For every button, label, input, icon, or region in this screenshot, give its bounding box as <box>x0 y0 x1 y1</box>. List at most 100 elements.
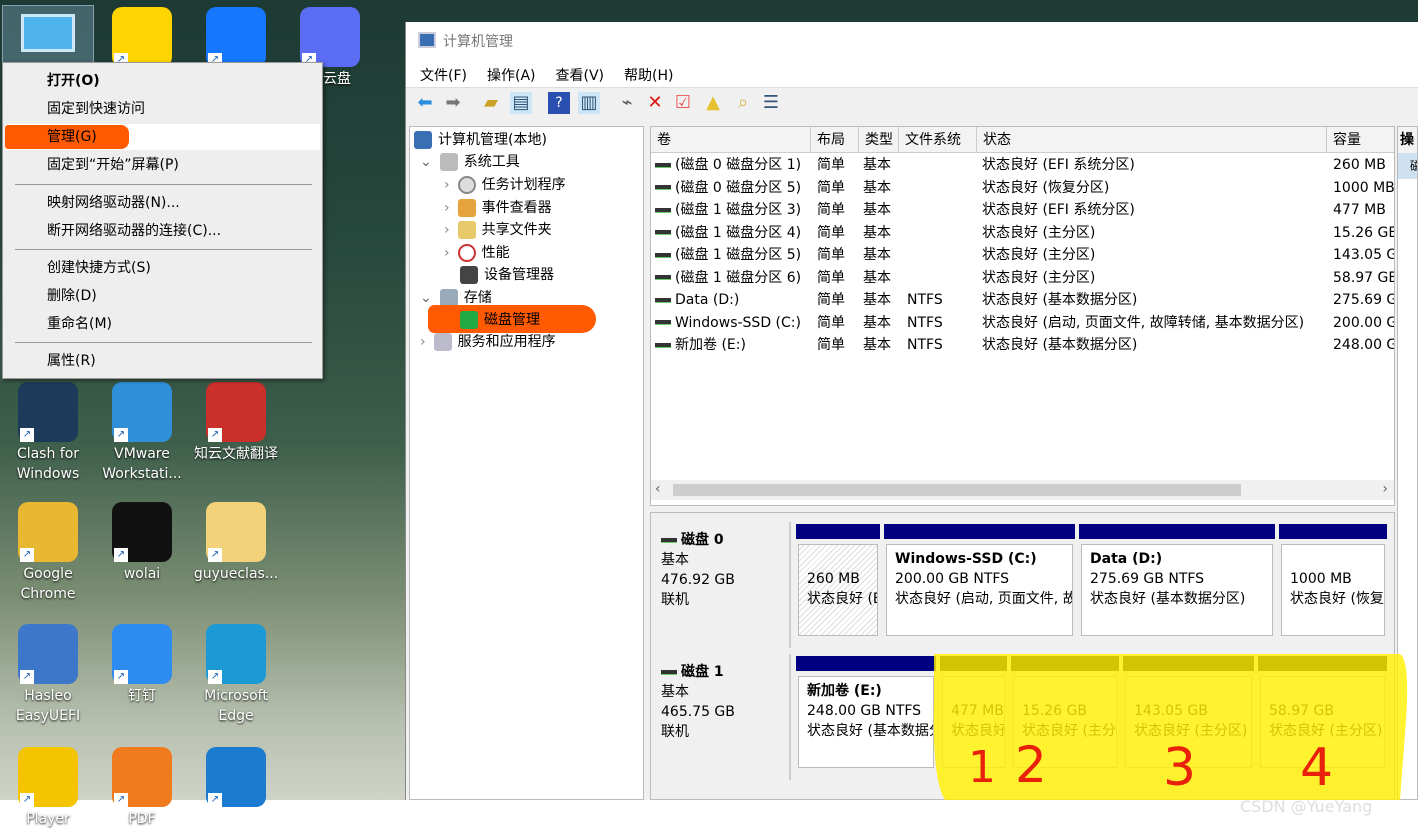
table-cell: NTFS <box>907 314 943 331</box>
disk-label[interactable]: 磁盘 1 基本 465.75 GB 联机 <box>651 654 791 780</box>
partition-status: 状态良好 (主分区) <box>1134 723 1248 739</box>
delete-icon[interactable]: ✕ <box>644 92 666 114</box>
desktop-icon[interactable]: ↗ guyueclas... <box>190 502 282 584</box>
menu-action[interactable]: 操作(A) <box>487 68 536 84</box>
table-cell: 简单 <box>817 224 845 241</box>
desktop-icon[interactable]: ↗ PDF <box>96 747 188 829</box>
table-row[interactable]: (磁盘 1 磁盘分区 3) 简单 基本 状态良好 (EFI 系统分区) 477 MB <box>651 199 1394 221</box>
search-icon[interactable]: ⌕ <box>732 92 754 114</box>
drive-icon <box>655 207 671 213</box>
tree-shared-folders[interactable]: › 共享文件夹 <box>444 219 552 241</box>
table-row[interactable]: 新加卷 (E:)简单 基本 NTFS 状态良好 (基本数据分区) 248.00 GB <box>651 334 1394 356</box>
menu-item-properties[interactable]: 属性(R) <box>5 348 320 374</box>
menu-view[interactable]: 查看(V) <box>556 68 605 84</box>
column-volume[interactable]: 卷 <box>651 127 811 153</box>
desktop-icon[interactable]: ↗ <box>190 7 282 69</box>
action-pane-item[interactable]: 磁 <box>1398 153 1417 179</box>
column-status[interactable]: 状态 <box>977 127 1327 153</box>
partition-status: 状态良好 (主分区) <box>1022 723 1116 739</box>
partition-block[interactable]: 58.97 GB 状态良好 (主分区) <box>1260 676 1385 768</box>
desktop-icon[interactable]: ↗ 钉钉 <box>96 624 188 706</box>
scrollbar-thumb[interactable] <box>673 484 1241 496</box>
tree-device-manager[interactable]: 设备管理器 <box>460 264 554 286</box>
desktop-icon[interactable]: ↗ <box>96 7 188 69</box>
tree-services[interactable]: › 服务和应用程序 <box>420 331 556 353</box>
export-icon[interactable]: ▲ <box>702 92 724 114</box>
tree-root[interactable]: 计算机管理(本地) <box>414 129 547 151</box>
tree-event-viewer[interactable]: › 事件查看器 <box>444 197 552 219</box>
help-icon[interactable]: ? <box>548 92 570 114</box>
menu-item-delete[interactable]: 删除(D) <box>5 283 320 309</box>
tree-system-tools[interactable]: ⌄ 系统工具 <box>420 151 520 173</box>
menu-item-pin-quick-access[interactable]: 固定到快速访问 <box>5 96 320 122</box>
desktop-icon[interactable]: ↗ Google Chrome <box>2 502 94 604</box>
scroll-right-icon[interactable]: › <box>1382 481 1388 497</box>
table-row[interactable]: Windows-SSD (C:) 简单 基本 NTFS 状态良好 (启动, 页面文件, … <box>651 312 1394 334</box>
list-icon[interactable]: ☰ <box>760 92 782 114</box>
up-folder-icon[interactable]: ▰ <box>480 92 502 114</box>
table-cell: 状态良好 (启动, 页面文件, 故障转储, 基本数据分区) <box>982 314 1305 331</box>
computer-icon <box>414 131 432 149</box>
label: 设备管理器 <box>484 267 554 283</box>
menu-item-open[interactable]: 打开(O) <box>5 68 320 94</box>
label: 服务和应用程序 <box>457 334 556 350</box>
partition-block[interactable]: Data (D:) 275.69 GB NTFS 状态良好 (基本数据分区) <box>1081 544 1273 636</box>
table-cell: 基本 <box>863 179 891 196</box>
partition-block[interactable]: 新加卷 (E:) 248.00 GB NTFS 状态良好 (基本数据分区) <box>798 676 934 768</box>
tree-disk-management[interactable]: 磁盘管理 <box>460 309 540 331</box>
menu-item-disconnect-drive[interactable]: 断开网络驱动器的连接(C)... <box>5 218 320 244</box>
shortcut-arrow-icon: ↗ <box>20 428 34 442</box>
tree-performance[interactable]: › 性能 <box>444 242 510 264</box>
show-action-pane-icon[interactable]: ▥ <box>578 92 600 114</box>
desktop-icon[interactable]: ↗ VMware Workstati... <box>96 382 188 484</box>
show-hide-tree-icon[interactable]: ▤ <box>510 92 532 114</box>
menu-file[interactable]: 文件(F) <box>420 68 467 84</box>
back-icon[interactable]: ⬅ <box>414 92 436 114</box>
desktop-icon[interactable]: ↗ Hasleo EasyUEFI <box>2 624 94 726</box>
menu-help[interactable]: 帮助(H) <box>624 68 673 84</box>
partition-block[interactable]: 15.26 GB 状态良好 (主分区) <box>1013 676 1117 768</box>
chevron-right-icon: › <box>444 177 450 193</box>
desktop-icon[interactable]: ↗ Microsoft Edge <box>190 624 282 726</box>
table-cell: 新加卷 (E:) <box>655 334 815 356</box>
partition-block[interactable]: 477 MB 状态良好 (EFI 系统分区) <box>942 676 1005 768</box>
tree-task-scheduler[interactable]: › 任务计划程序 <box>444 174 566 196</box>
desktop-icon[interactable]: ↗ Player <box>2 747 94 829</box>
menu-item-map-drive[interactable]: 映射网络驱动器(N)... <box>5 190 320 216</box>
drive-icon <box>655 185 671 190</box>
table-row[interactable]: (磁盘 0 磁盘分区 1) 简单 基本 状态良好 (EFI 系统分区) 260 MB <box>651 154 1394 176</box>
table-row[interactable]: Data (D:)简单 基本 NTFS 状态良好 (基本数据分区) 275.69 GB <box>651 289 1394 311</box>
column-layout[interactable]: 布局 <box>811 127 859 153</box>
column-filesystem[interactable]: 文件系统 <box>899 127 977 153</box>
column-capacity[interactable]: 容量 <box>1327 127 1394 153</box>
table-cell: NTFS <box>907 337 943 353</box>
menu-item-pin-start[interactable]: 固定到“开始”屏幕(P) <box>5 152 320 178</box>
partition-status: 状态良好 (启动, 页面文件, 故障转储, 基本数据分区) <box>895 591 1072 607</box>
partition-block[interactable]: 1000 MB 状态良好 (恢复分区) <box>1281 544 1385 636</box>
table-row[interactable]: (磁盘 1 磁盘分区 4) 简单 基本 状态良好 (主分区) 15.26 GB <box>651 222 1394 244</box>
forward-icon[interactable]: ➡ <box>442 92 464 114</box>
desktop-icon[interactable]: ↗ 知云文献翻译 <box>190 382 282 464</box>
table-row[interactable]: (磁盘 0 磁盘分区 5) 简单 基本 状态良好 (恢复分区) 1000 MB <box>651 177 1394 199</box>
computer-management-icon <box>418 32 436 48</box>
drive-icon <box>655 252 671 258</box>
table-cell: 260 MB <box>1333 157 1386 173</box>
table-row[interactable]: (磁盘 1 磁盘分区 6) 简单 基本 状态良好 (主分区) 58.97 GB <box>651 267 1394 289</box>
desktop-icon[interactable]: ↗ Clash for Windows <box>2 382 94 484</box>
desktop-icon[interactable]: ↗ <box>190 747 282 809</box>
connect-icon[interactable]: ⌁ <box>616 92 638 114</box>
partition-block[interactable]: 260 MB 状态良好 (EFI 系统分区) <box>798 544 878 636</box>
partition-block[interactable]: Windows-SSD (C:) 200.00 GB NTFS 状态良好 (启动, … <box>886 544 1073 636</box>
event-icon <box>457 199 476 217</box>
desktop-icon[interactable]: ↗ wolai <box>96 502 188 584</box>
scroll-left-icon[interactable]: ‹ <box>655 481 661 497</box>
horizontal-scrollbar[interactable]: ‹ › <box>651 480 1394 500</box>
partition-block[interactable]: 143.05 GB 状态良好 (主分区) <box>1125 676 1252 768</box>
table-row[interactable]: (磁盘 1 磁盘分区 5)简单 基本 状态良好 (主分区) 143.05 GB <box>651 244 1394 266</box>
properties-icon[interactable]: ☑ <box>672 92 694 114</box>
disk-label[interactable]: 磁盘 0 基本 476.92 GB 联机 <box>651 522 791 648</box>
menu-item-rename[interactable]: 重命名(M) <box>5 311 320 337</box>
menu-item-manage[interactable]: 管理(G) <box>5 124 320 150</box>
menu-item-create-shortcut[interactable]: 创建快捷方式(S) <box>5 255 320 281</box>
column-type[interactable]: 类型 <box>859 127 899 153</box>
